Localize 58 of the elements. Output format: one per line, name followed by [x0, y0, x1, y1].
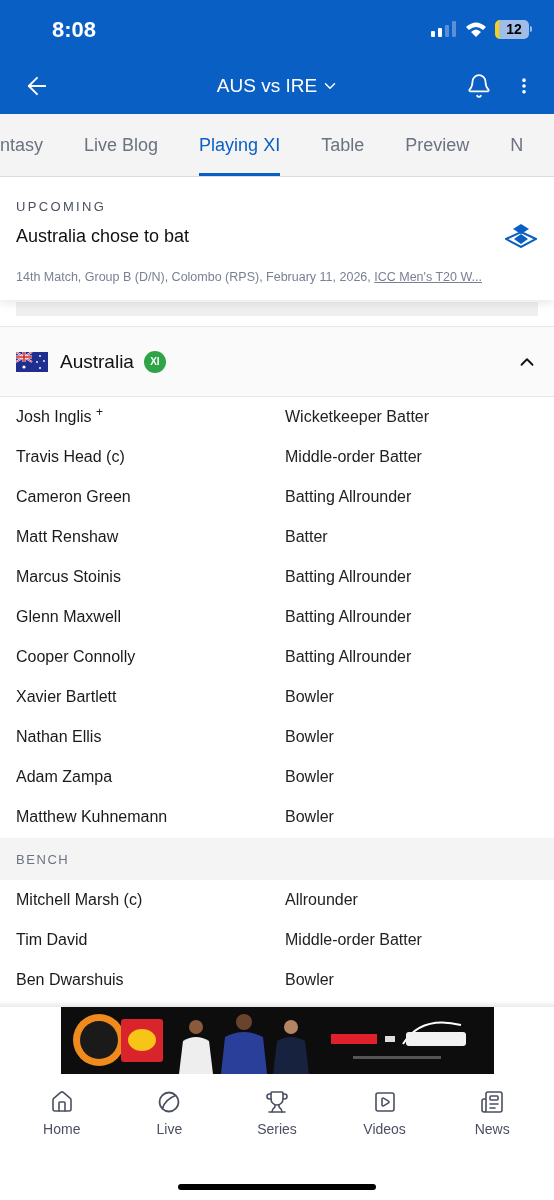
house-icon [49, 1090, 74, 1115]
player-role: Batting Allrounder [285, 607, 412, 628]
team-name: Australia [60, 349, 134, 374]
ball-icon [157, 1090, 182, 1115]
player-name[interactable]: Mitchell Marsh (c) [16, 888, 285, 913]
player-role: Batting Allrounder [285, 567, 412, 588]
player-role: Middle-order Batter [285, 930, 422, 951]
series-link[interactable]: ICC Men's T20 W... [374, 269, 482, 284]
nav-item[interactable]: News [452, 1090, 533, 1141]
playing-xi-badge: XI [143, 350, 166, 373]
nav-item[interactable]: Series [237, 1090, 317, 1141]
player-role: Batting Allrounder [285, 647, 412, 668]
signal-icon [431, 21, 457, 37]
player-name[interactable]: Matthew Kuhnemann [16, 805, 285, 830]
trophy-icon [265, 1090, 289, 1115]
player-role: Bowler [285, 970, 334, 991]
nav-item[interactable]: Videos [344, 1090, 425, 1141]
match-status: UPCOMING [16, 198, 108, 216]
player-role: Bowler [285, 727, 334, 748]
nav-item[interactable]: Home [21, 1090, 102, 1141]
tab[interactable]: ntasy [0, 114, 44, 176]
player-name[interactable]: Josh Inglis $^{+}$ [16, 405, 285, 430]
tab[interactable]: Preview [405, 114, 470, 176]
player-name[interactable]: Tim David [16, 928, 285, 953]
tab[interactable]: Live Blog [84, 114, 159, 176]
player-role: Batter [285, 527, 328, 548]
player-name[interactable]: Ben Dwarshuis [16, 968, 285, 993]
tab[interactable]: Table [321, 114, 365, 176]
layered-diamond-icon [505, 224, 537, 248]
match-details: 14th Match, Group B (D/N), Colombo (RPS), February 11, 2026, [16, 269, 372, 284]
player-name[interactable]: Glenn Maxwell [16, 605, 285, 630]
play-screen-icon [372, 1090, 397, 1115]
nav-item[interactable]: Live [129, 1090, 210, 1141]
newspaper-icon [480, 1090, 505, 1115]
player-role: Wicketkeeper Batter [285, 407, 430, 428]
player-name[interactable]: Cooper Connolly [16, 645, 285, 670]
team-header[interactable]: Australia XI [0, 327, 554, 398]
player-name[interactable]: Marcus Stoinis [16, 565, 285, 590]
bench-header: BENCH [0, 838, 554, 881]
player-name[interactable]: Nathan Ellis [16, 725, 285, 750]
player-role: Batting Allrounder [285, 487, 412, 508]
player-role: Bowler [285, 767, 334, 788]
status-time: 8:08 [52, 15, 97, 44]
player-role: Middle-order Batter [285, 447, 422, 468]
player-name[interactable]: Cameron Green [16, 485, 285, 510]
match-selector[interactable]: AUS vs IRE [216, 71, 340, 101]
player-name[interactable]: Matt Renshaw [16, 525, 285, 550]
australia-flag-icon [16, 351, 48, 372]
player-name[interactable]: Xavier Bartlett [16, 685, 285, 710]
wifi-icon [465, 21, 487, 37]
battery-icon: 12 [495, 19, 532, 39]
match-headline: Australia chose to bat [16, 224, 190, 248]
player-role: Bowler [285, 807, 334, 828]
player-name[interactable]: Travis Head (c) [16, 445, 285, 470]
tab[interactable]: N [510, 114, 524, 176]
player-role: Bowler [285, 687, 334, 708]
player-name[interactable]: Adam Zampa [16, 765, 285, 790]
player-role: Allrounder [285, 890, 358, 911]
